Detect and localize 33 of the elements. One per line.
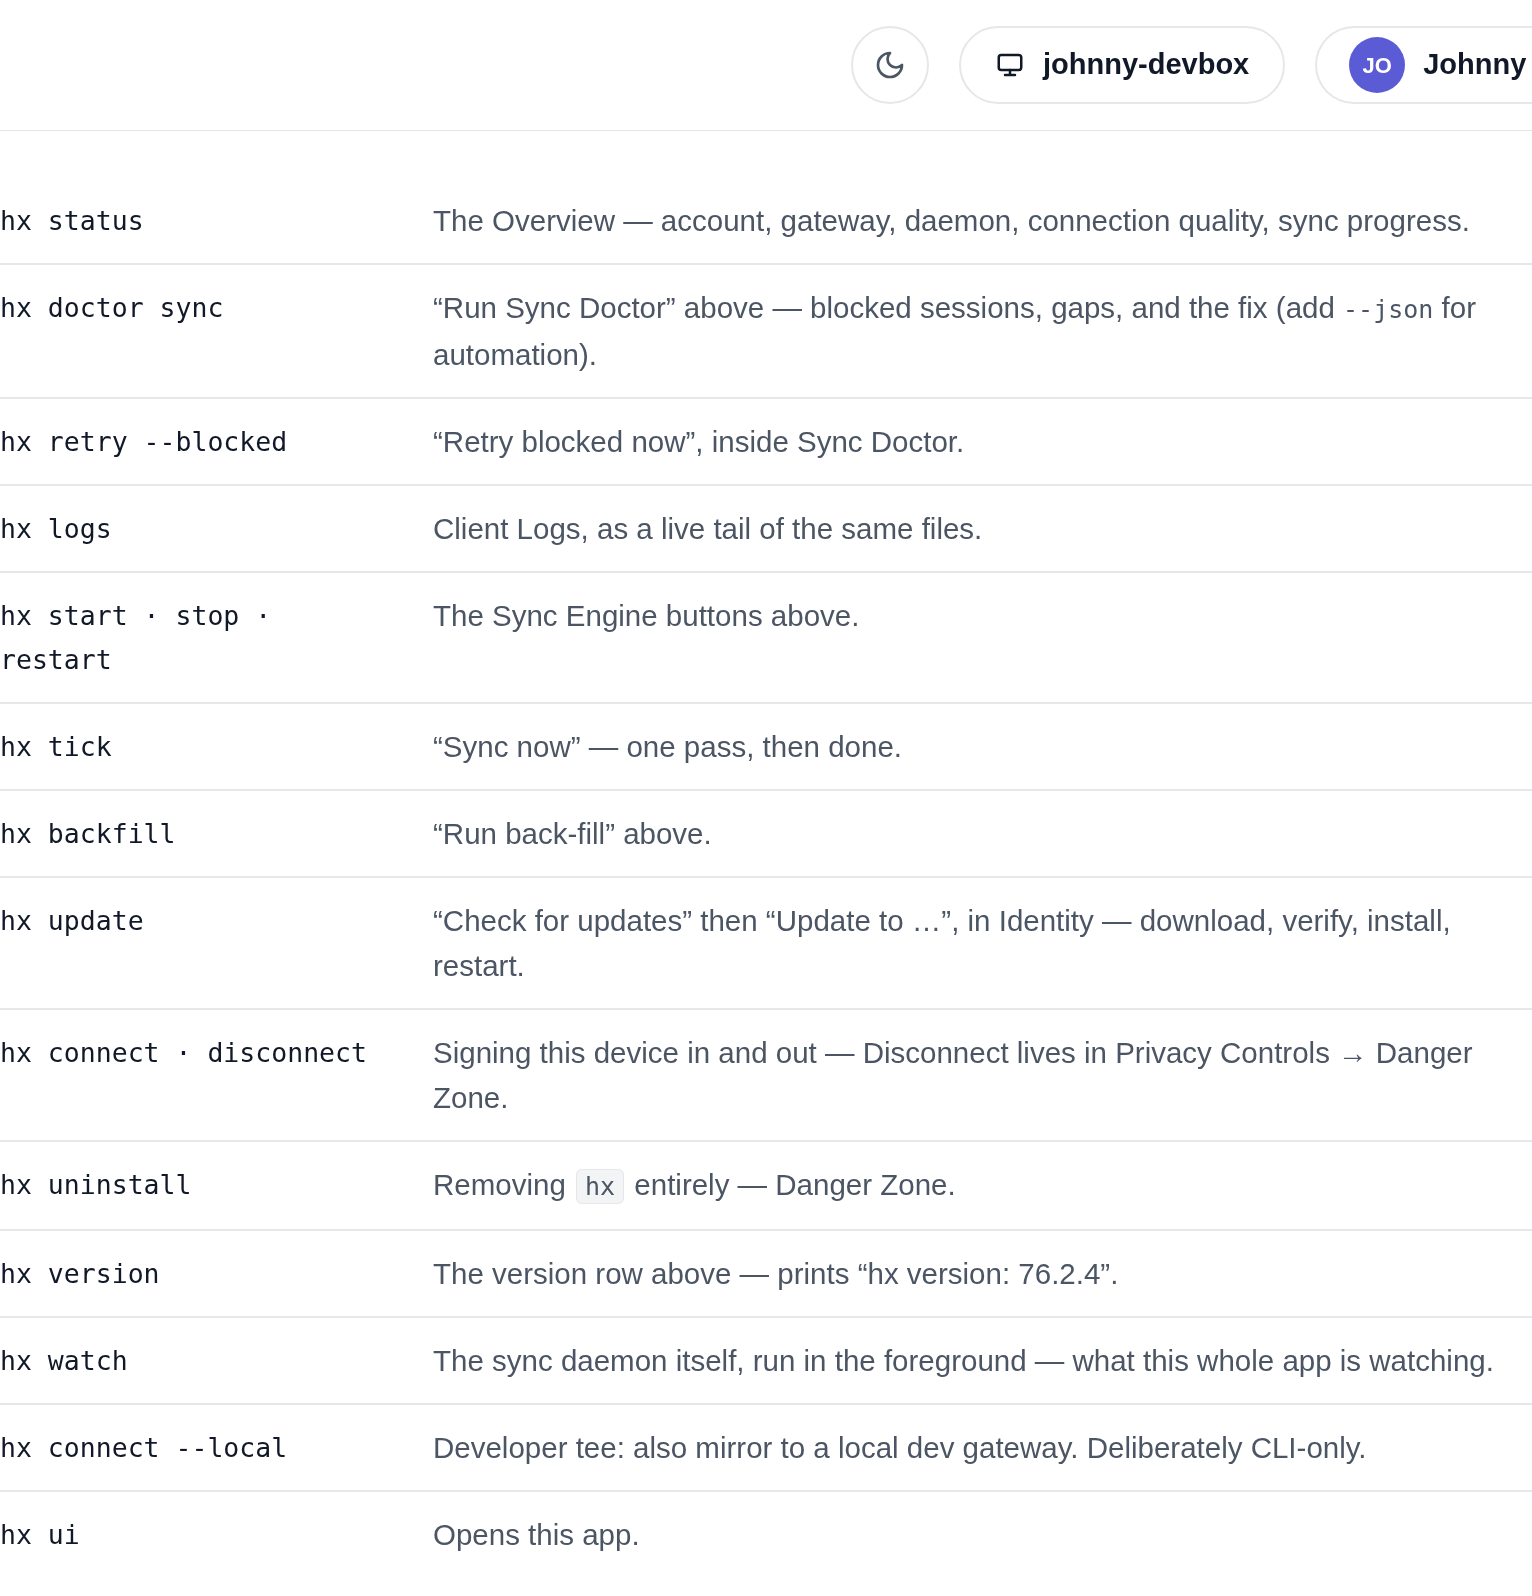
command-description: Client Logs, as a live tail of the same files.: [433, 511, 984, 547]
command-name: hx backfill: [0, 817, 177, 851]
command-name: hx tick: [0, 730, 113, 764]
command-description: “Sync now” — one pass, then done.: [433, 729, 903, 765]
command-name: hx update: [0, 904, 145, 938]
command-description: The Overview — account, gateway, daemon, connection quality, sync progress.: [433, 203, 1471, 239]
command-description: “Retry blocked now”, inside Sync Doctor.: [433, 424, 966, 460]
command-name: hx doctor sync: [0, 291, 225, 325]
command-name: hx watch: [0, 1344, 129, 1378]
command-description: The Sync Engine buttons above.: [433, 598, 861, 634]
command-description: The version row above — prints “hx version: 76.2.4”.: [433, 1256, 1120, 1292]
command-name: hx logs: [0, 512, 113, 546]
command-description: “Run back-fill” above.: [433, 816, 713, 852]
command-name: hx ui: [0, 1518, 81, 1552]
device-button[interactable]: johnny-devbox: [959, 26, 1286, 104]
command-description: The sync daemon itself, run in the foreground — what this whole app is watching.: [433, 1343, 1495, 1379]
command-name: hx status: [0, 204, 145, 238]
command-name: hx retry --blocked: [0, 425, 289, 459]
command-name: hx version: [0, 1257, 161, 1291]
command-description: Removing hx entirely — Danger Zone.: [433, 1162, 1532, 1209]
command-description: Signing this device in and out — Disconnect lives in Privacy Controls → Danger Zone.: [433, 1035, 1474, 1116]
command-name: hx uninstall: [0, 1168, 193, 1202]
command-description: Developer tee: also mirror to a local dev gateway. Deliberately CLI-only.: [433, 1430, 1368, 1466]
command-name: hx connect · disconnect: [0, 1036, 368, 1070]
command-description: “Run Sync Doctor” above — blocked sessions, gaps, and the fix (add --json for automation).: [433, 290, 1477, 373]
user-name: Johnny: [1423, 47, 1527, 83]
command-name: hx start · stop · restart: [0, 599, 273, 677]
moon-icon: [874, 49, 906, 81]
command-description: “Check for updates” then “Update to …”, in Identity — download, verify, install, restart.: [433, 903, 1452, 984]
user-button[interactable]: JO Johnny: [1315, 26, 1532, 104]
avatar: JO: [1349, 37, 1406, 93]
command-description: Opens this app.: [433, 1517, 641, 1553]
command-name: hx connect --local: [0, 1431, 289, 1465]
